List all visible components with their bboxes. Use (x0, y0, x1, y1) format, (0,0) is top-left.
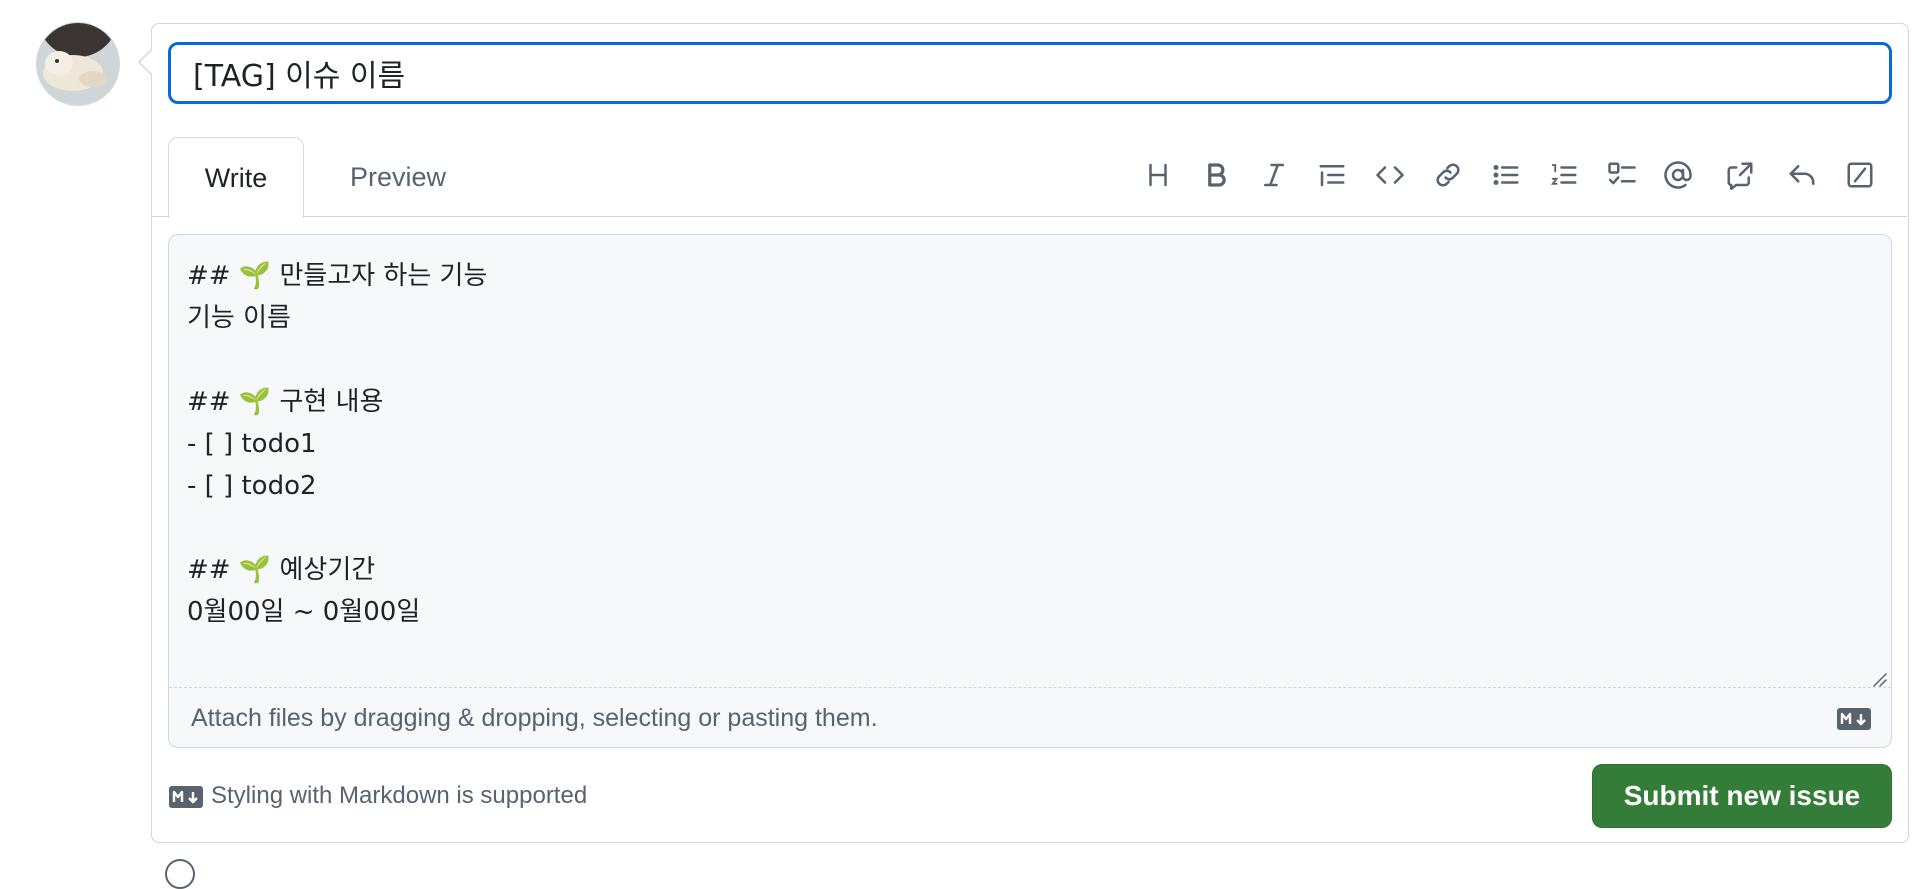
markdown-support-link[interactable]: Styling with Markdown is supported (211, 782, 587, 810)
file-attachment-area[interactable]: Attach files by dragging & dropping, sel… (169, 687, 1891, 747)
heading-icon[interactable] (1138, 153, 1178, 197)
issue-body-textarea[interactable]: ## 🌱 만들고자 하는 기능 기능 이름 ## 🌱 구현 내용 - [ ] t… (169, 235, 1891, 687)
speech-caret-fill (140, 50, 152, 74)
italic-icon[interactable] (1254, 153, 1294, 197)
numbered-list-icon[interactable] (1544, 153, 1584, 197)
saved-replies-icon[interactable] (1782, 153, 1822, 197)
user-avatar (36, 22, 120, 106)
quote-icon[interactable] (1312, 153, 1352, 197)
attach-hint-text: Attach files by dragging & dropping, sel… (191, 704, 878, 732)
info-circle-icon (165, 859, 195, 889)
code-icon[interactable] (1370, 153, 1410, 197)
markdown-icon (169, 786, 203, 808)
avatar-image (37, 23, 119, 105)
tab-write[interactable]: Write (168, 137, 304, 218)
comment-editor: ## 🌱 만들고자 하는 기능 기능 이름 ## 🌱 구현 내용 - [ ] t… (168, 234, 1892, 748)
cross-reference-icon[interactable] (1720, 153, 1760, 197)
mention-icon[interactable] (1658, 153, 1698, 197)
markdown-icon (1837, 708, 1871, 730)
link-icon[interactable] (1428, 153, 1468, 197)
slash-commands-icon[interactable] (1840, 153, 1880, 197)
resize-handle[interactable] (1871, 671, 1887, 687)
submit-new-issue-button[interactable]: Submit new issue (1592, 764, 1892, 828)
task-list-icon[interactable] (1602, 153, 1642, 197)
issue-title-input[interactable] (168, 42, 1892, 104)
bulleted-list-icon[interactable] (1486, 153, 1526, 197)
bold-icon[interactable] (1196, 153, 1236, 197)
